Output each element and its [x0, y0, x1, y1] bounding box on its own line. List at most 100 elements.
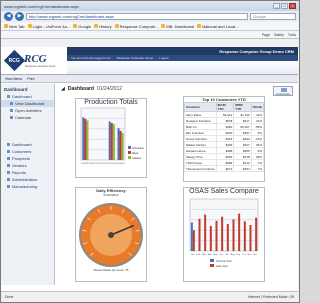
nav-administration[interactable]: Administration — [1, 176, 54, 183]
app-header: RCG RCG Response Computer Group Response… — [1, 47, 298, 75]
bar — [215, 220, 218, 251]
column-header[interactable]: $CUR YTD — [215, 102, 235, 112]
tick-label: 01/24/12 — [116, 163, 125, 165]
nav-reports[interactable]: Reports — [1, 169, 54, 176]
nav-manufacturing[interactable]: Manufacturing — [1, 183, 54, 190]
top-customers-panel: Top 10 Customers YTD Customer $CUR YTD $PR… — [183, 96, 265, 182]
tick-label: Feb — [197, 254, 202, 256]
favorite-link[interactable]: History — [94, 24, 112, 29]
legend-swatch — [210, 264, 214, 267]
star-icon — [4, 24, 8, 28]
bar — [112, 124, 115, 160]
safety-menu[interactable]: Safety — [274, 33, 284, 37]
login-status: You are currently logged in as — [71, 56, 111, 60]
sidebar-group-title: Dashboard — [4, 87, 28, 92]
collapse-icon[interactable]: ◢ — [61, 86, 65, 92]
reports-icon — [7, 171, 10, 174]
dashboard-date: 01/24/2012 — [96, 86, 123, 92]
manufacturing-icon — [7, 185, 10, 188]
star-icon — [94, 24, 99, 28]
tick-label: Oct — [242, 253, 246, 256]
legend-swatch — [128, 146, 131, 149]
back-icon[interactable]: ◀ — [4, 12, 13, 21]
company-logo: RCG RCG Response Computer Group — [1, 47, 67, 74]
logo-mark: RCG — [3, 49, 26, 72]
command-bar: Page Safety Tools — [1, 31, 299, 39]
prospects-icon — [7, 157, 10, 160]
sidebar-item-open-activities[interactable]: Open Activities — [1, 107, 54, 114]
print-button[interactable]: Print — [27, 77, 34, 81]
bar — [190, 222, 193, 251]
crm-app: RCG RCG Response Computer Group Response… — [1, 47, 298, 291]
sidebar-item-calendar[interactable]: Calendar — [1, 114, 54, 121]
legend-label: Current Year — [216, 259, 232, 263]
bar — [119, 130, 122, 160]
minimize-icon[interactable]: _ — [273, 3, 280, 9]
column-header[interactable]: Customer — [184, 102, 217, 112]
legend-swatch — [210, 259, 214, 262]
tick-label: Aug — [231, 253, 236, 256]
tools-menu[interactable]: Tools — [288, 33, 296, 37]
column-header[interactable]: $PRV YTD — [233, 102, 252, 112]
search-input[interactable]: Google — [250, 13, 296, 20]
page-icon — [10, 116, 13, 119]
status-right: Internet | Protected Mode: Off — [248, 295, 294, 299]
favorite-link[interactable]: New Tab — [4, 24, 25, 29]
favorite-link[interactable]: Google — [73, 24, 91, 29]
window-controls: _ □ × — [273, 3, 296, 9]
legend-swatch — [128, 151, 131, 154]
legend-swatch — [128, 156, 131, 159]
bar — [117, 128, 120, 160]
bar — [204, 214, 207, 251]
table-cell: 7% — [250, 165, 264, 172]
top-customers-table: Customer $CUR YTD $PRV YTD %CHG Ally's Plac… — [184, 102, 264, 172]
favorite-link[interactable]: MB: Dashboard — [161, 24, 194, 29]
title-bar: www.rcgweb.com/rcgCrm/dashboard.aspx _ □… — [1, 1, 299, 11]
header-right: Response Computer Group Demo CRM You are… — [67, 47, 298, 74]
osas-title: OSAS Sales Compare — [189, 188, 259, 195]
page-title: Dashboard — [67, 86, 94, 92]
dashboard-header: ◢ Dashboard 01/24/2012 — [57, 84, 297, 94]
nav-customers[interactable]: Customers — [1, 148, 54, 155]
table-cell: $254 — [233, 165, 252, 172]
customize-button[interactable]: Customize — [273, 86, 293, 96]
page-icon — [10, 109, 13, 112]
bar — [121, 132, 124, 160]
maximize-icon[interactable]: □ — [281, 3, 288, 9]
nav-dashboard[interactable]: Dashboard — [1, 141, 54, 148]
url-input[interactable]: http://www.rcgweb.com/rcgCrm/dashboard.a… — [26, 13, 248, 20]
table-row[interactable]: Thompsons Furniture $271 $254 7% — [184, 165, 264, 172]
bar — [238, 213, 241, 251]
legend-label: Labeled — [132, 157, 142, 160]
bar — [249, 225, 252, 251]
sidebar: Dashboard Dashboard View Dashboard Open … — [1, 84, 55, 285]
customers-icon — [7, 150, 10, 153]
sidebar-item-dashboard[interactable]: Dashboard — [1, 93, 54, 100]
logout-link[interactable]: Logout — [159, 56, 168, 60]
favorite-link[interactable]: Response Compute... — [114, 24, 158, 29]
logo-subtitle: Response Computer Group — [25, 65, 56, 68]
app-toolbar: View Menu Print — [1, 75, 298, 83]
tick-label: Sep — [236, 254, 241, 256]
favorite-link[interactable]: Login - UniForm Au... — [27, 24, 70, 29]
close-icon[interactable]: × — [289, 3, 296, 9]
favorite-link[interactable]: National and Local... — [197, 24, 239, 29]
header-link[interactable]: Response Computer Group — [117, 56, 154, 60]
legend-label: Scheduled — [132, 147, 144, 150]
bar — [108, 121, 111, 160]
production-title: Production Totals — [84, 99, 138, 106]
osas-chart: Jan Feb Mar Apr May Jun Jul Aug Sep Oct Nov Dec Curr… — [189, 198, 259, 268]
nav-vendors[interactable]: Vendors — [1, 162, 54, 169]
page-menu[interactable]: Page — [262, 33, 270, 37]
table-cell: Thompsons Furniture — [184, 165, 217, 172]
tick-label: Jul — [225, 254, 228, 256]
star-icon — [27, 24, 32, 28]
forward-icon[interactable]: ▶ — [15, 12, 24, 21]
column-header[interactable]: %CHG — [250, 102, 264, 112]
tick-label: May — [213, 254, 218, 256]
vendors-icon — [7, 164, 10, 167]
gauge-hub — [108, 232, 114, 238]
view-menu-button[interactable]: View Menu — [5, 77, 22, 81]
nav-prospects[interactable]: Prospects — [1, 155, 54, 162]
sidebar-item-view-dashboard[interactable]: View Dashboard — [1, 100, 54, 107]
